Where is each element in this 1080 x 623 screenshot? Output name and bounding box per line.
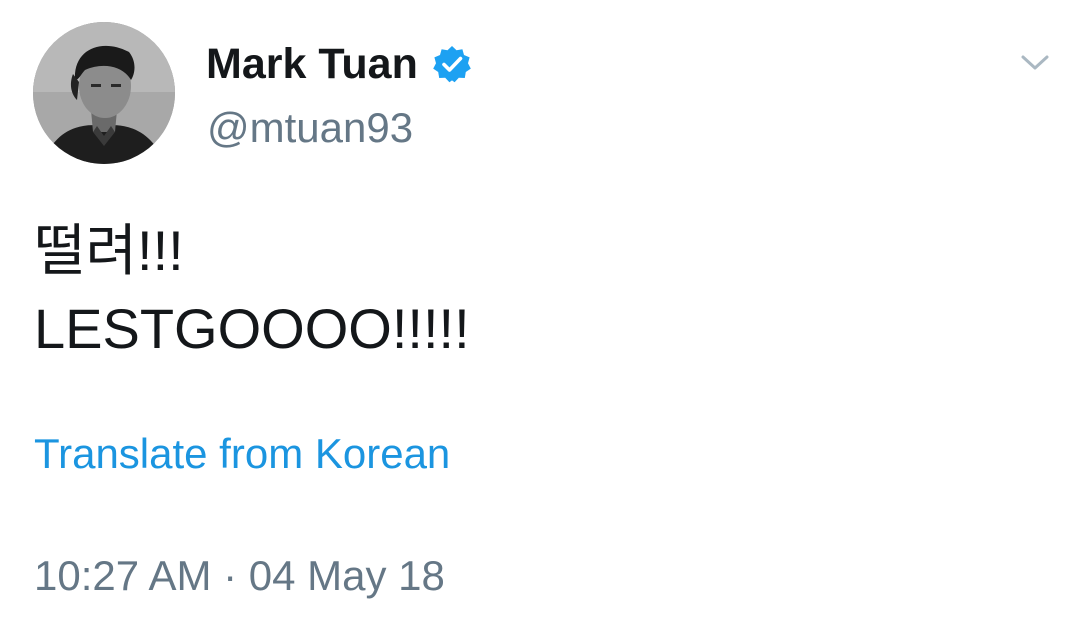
translate-link[interactable]: Translate from Korean [34, 428, 450, 480]
tweet-text: 떨려!!! LESTGOOOO!!!!! [34, 212, 470, 368]
avatar-photo [33, 22, 175, 164]
tweet-text-line: LESTGOOOO!!!!! [34, 297, 470, 360]
tweet-timestamp[interactable]: 10:27 AM · 04 May 18 [34, 550, 445, 602]
avatar[interactable] [33, 22, 175, 164]
user-handle[interactable]: @mtuan93 [207, 102, 413, 154]
verified-badge-icon [432, 44, 472, 84]
chevron-down-icon[interactable] [1018, 48, 1052, 76]
display-name[interactable]: Mark Tuan [206, 38, 472, 90]
display-name-text: Mark Tuan [206, 40, 418, 88]
tweet-card: Mark Tuan @mtuan93 떨려!!! LESTGOOOO!!!!! … [0, 0, 1080, 623]
tweet-text-line: 떨려!!! [34, 219, 184, 282]
